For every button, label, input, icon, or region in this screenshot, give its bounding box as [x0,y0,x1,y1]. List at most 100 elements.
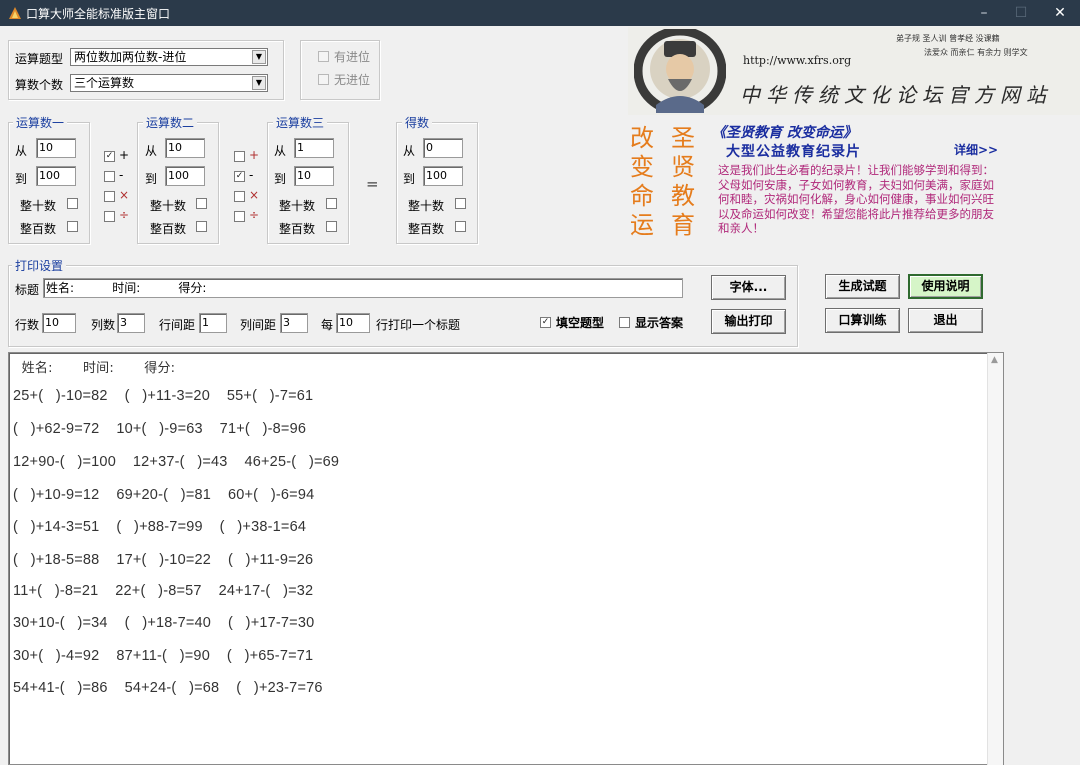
hundreds-label: 整百数 [150,222,187,236]
plus-label: + [119,148,130,162]
every-input[interactable]: 10 [336,313,370,333]
op1-divide-checkbox[interactable] [104,211,115,222]
op2-multiply-checkbox[interactable] [234,191,245,202]
col-gap-label: 列间距 [240,318,277,332]
count-label: 算数个数 [15,78,64,92]
close-button[interactable]: ✕ [1042,0,1078,26]
print-title-value: 姓名: 时间: 得分: [46,281,207,295]
ad-right-column: 圣贤教育 [671,124,695,239]
confucius-portrait-icon [634,29,726,113]
row-gap-input[interactable]: 1 [199,313,227,333]
show-answer-checkbox[interactable] [619,317,630,328]
operand-three-from-input[interactable]: 1 [294,138,334,158]
cols-label: 列数 [91,318,116,332]
banner-url-link[interactable]: http://www.xfrs.org [743,54,851,67]
from-label: 从 [274,144,287,158]
col-gap-input[interactable]: 3 [280,313,308,333]
to-label: 到 [145,172,158,186]
ad-left-column: 改变命运 [630,124,654,239]
font-button[interactable]: 字体... [711,275,786,300]
rows-label: 行数 [15,318,40,332]
operand-count-value: 三个运算数 [74,76,135,90]
title-bar: 口算大师全能标准版主窗口 – ☐ ✕ [0,0,1080,26]
carry-label: 有进位 [334,50,371,64]
print-output-button[interactable]: 输出打印 [711,309,786,334]
problem-row: 25+( )-10=82 ( )+11-3=20 55+( )-7=61 [13,388,314,404]
cols-input[interactable]: 3 [117,313,145,333]
fill-blank-label: 填空题型 [556,316,605,330]
problem-type-select[interactable]: 两位数加两位数-进位 ▼ [70,48,268,66]
type-label: 运算题型 [15,52,64,66]
row-gap-label: 行间距 [159,318,196,332]
operand-one-hundreds-checkbox[interactable] [67,221,78,232]
result-tens-checkbox[interactable] [455,198,466,209]
op1-plus-checkbox[interactable]: ✓ [104,151,115,162]
exit-button[interactable]: 退出 [908,308,983,333]
to-label: 到 [403,172,416,186]
operand-two-to-input[interactable]: 100 [165,166,205,186]
tens-label: 整十数 [20,199,57,213]
op1-multiply-checkbox[interactable] [104,191,115,202]
banner-books-top: 弟子规 圣人训 曾孝经 没课籍 [896,34,1000,43]
tens-label: 整十数 [279,199,316,213]
operand-one-title: 运算数一 [13,114,68,131]
generate-button[interactable]: 生成试题 [825,274,900,299]
dropdown-arrow-icon[interactable]: ▼ [252,76,266,90]
result-from-input[interactable]: 0 [423,138,463,158]
dropdown-arrow-icon[interactable]: ▼ [252,50,266,64]
ad-body: 这是我们此生必看的纪录片！让我们能够学到和得到：父母如何安康，子女如何教育，夫妇… [718,163,994,235]
every-label: 每 [321,318,334,332]
banner-books-sub: 法爱众 而亲仁 有余力 则学文 [924,48,1028,57]
help-button[interactable]: 使用说明 [908,274,983,299]
problem-row: 30+10-( )=34 ( )+18-7=40 ( )+17-7=30 [13,615,315,631]
operand-two-tens-checkbox[interactable] [196,198,207,209]
op1-minus-checkbox[interactable] [104,171,115,182]
op2-minus-checkbox[interactable]: ✓ [234,171,245,182]
problem-type-value: 两位数加两位数-进位 [74,50,187,64]
app-logo-icon [9,7,21,19]
problem-row: ( )+62-9=72 10+( )-9=63 71+( )-8=96 [13,421,307,437]
result-hundreds-checkbox[interactable] [455,221,466,232]
problem-output-area[interactable]: 姓名: 时间: 得分: 25+( )-10=82 ( )+11-3=20 55+… [8,352,1004,765]
operand-two-title: 运算数二 [143,114,198,131]
operand-two-hundreds-checkbox[interactable] [196,221,207,232]
minus-label: - [249,168,254,182]
maximize-button[interactable]: ☐ [1003,0,1039,26]
operand-count-select[interactable]: 三个运算数 ▼ [70,74,268,92]
operand-two-from-input[interactable]: 10 [165,138,205,158]
operand-three-hundreds-checkbox[interactable] [326,221,337,232]
divide-label: ÷ [249,208,260,222]
minimize-button[interactable]: – [966,0,1002,26]
scroll-up-icon[interactable]: ▲ [991,355,998,365]
result-to-input[interactable]: 100 [423,166,463,186]
problem-row: 30+( )-4=92 87+11-( )=90 ( )+65-7=71 [13,648,314,664]
carry-checkbox[interactable] [318,51,329,62]
problem-row: ( )+14-3=51 ( )+88-7=99 ( )+38-1=64 [13,519,307,535]
tens-label: 整十数 [408,199,445,213]
website-banner[interactable]: 弟子规 圣人训 曾孝经 没课籍 法爱众 而亲仁 有余力 则学文 http://w… [628,27,1080,115]
operand-three-to-input[interactable]: 10 [294,166,334,186]
rows-input[interactable]: 10 [42,313,76,333]
ad-detail-link[interactable]: 详细>> [954,141,998,158]
problem-row: ( )+10-9=12 69+20-( )=81 60+( )-6=94 [13,487,315,503]
vertical-scrollbar[interactable]: ▲ [987,353,1003,765]
op2-plus-checkbox[interactable] [234,151,245,162]
every-suffix-label: 行打印一个标题 [376,318,461,332]
operand-one-from-input[interactable]: 10 [36,138,76,158]
print-title-label: 标题 [15,283,40,297]
print-title-input[interactable]: 姓名: 时间: 得分: [43,278,683,298]
operand-three-tens-checkbox[interactable] [326,198,337,209]
fill-blank-checkbox[interactable]: ✓ [540,317,551,328]
no-carry-checkbox[interactable] [318,74,329,85]
operand-one-to-input[interactable]: 100 [36,166,76,186]
practice-button[interactable]: 口算训练 [825,308,900,333]
window-title: 口算大师全能标准版主窗口 [26,7,171,21]
to-label: 到 [15,172,28,186]
from-label: 从 [145,144,158,158]
ad-headline: 《圣贤教育 改变命运》 [712,125,857,141]
op2-divide-checkbox[interactable] [234,211,245,222]
banner-title: 中华传统文化论坛官方网站 [740,83,1052,107]
operand-one-tens-checkbox[interactable] [67,198,78,209]
divide-label: ÷ [119,208,130,222]
minus-label: - [119,168,124,182]
